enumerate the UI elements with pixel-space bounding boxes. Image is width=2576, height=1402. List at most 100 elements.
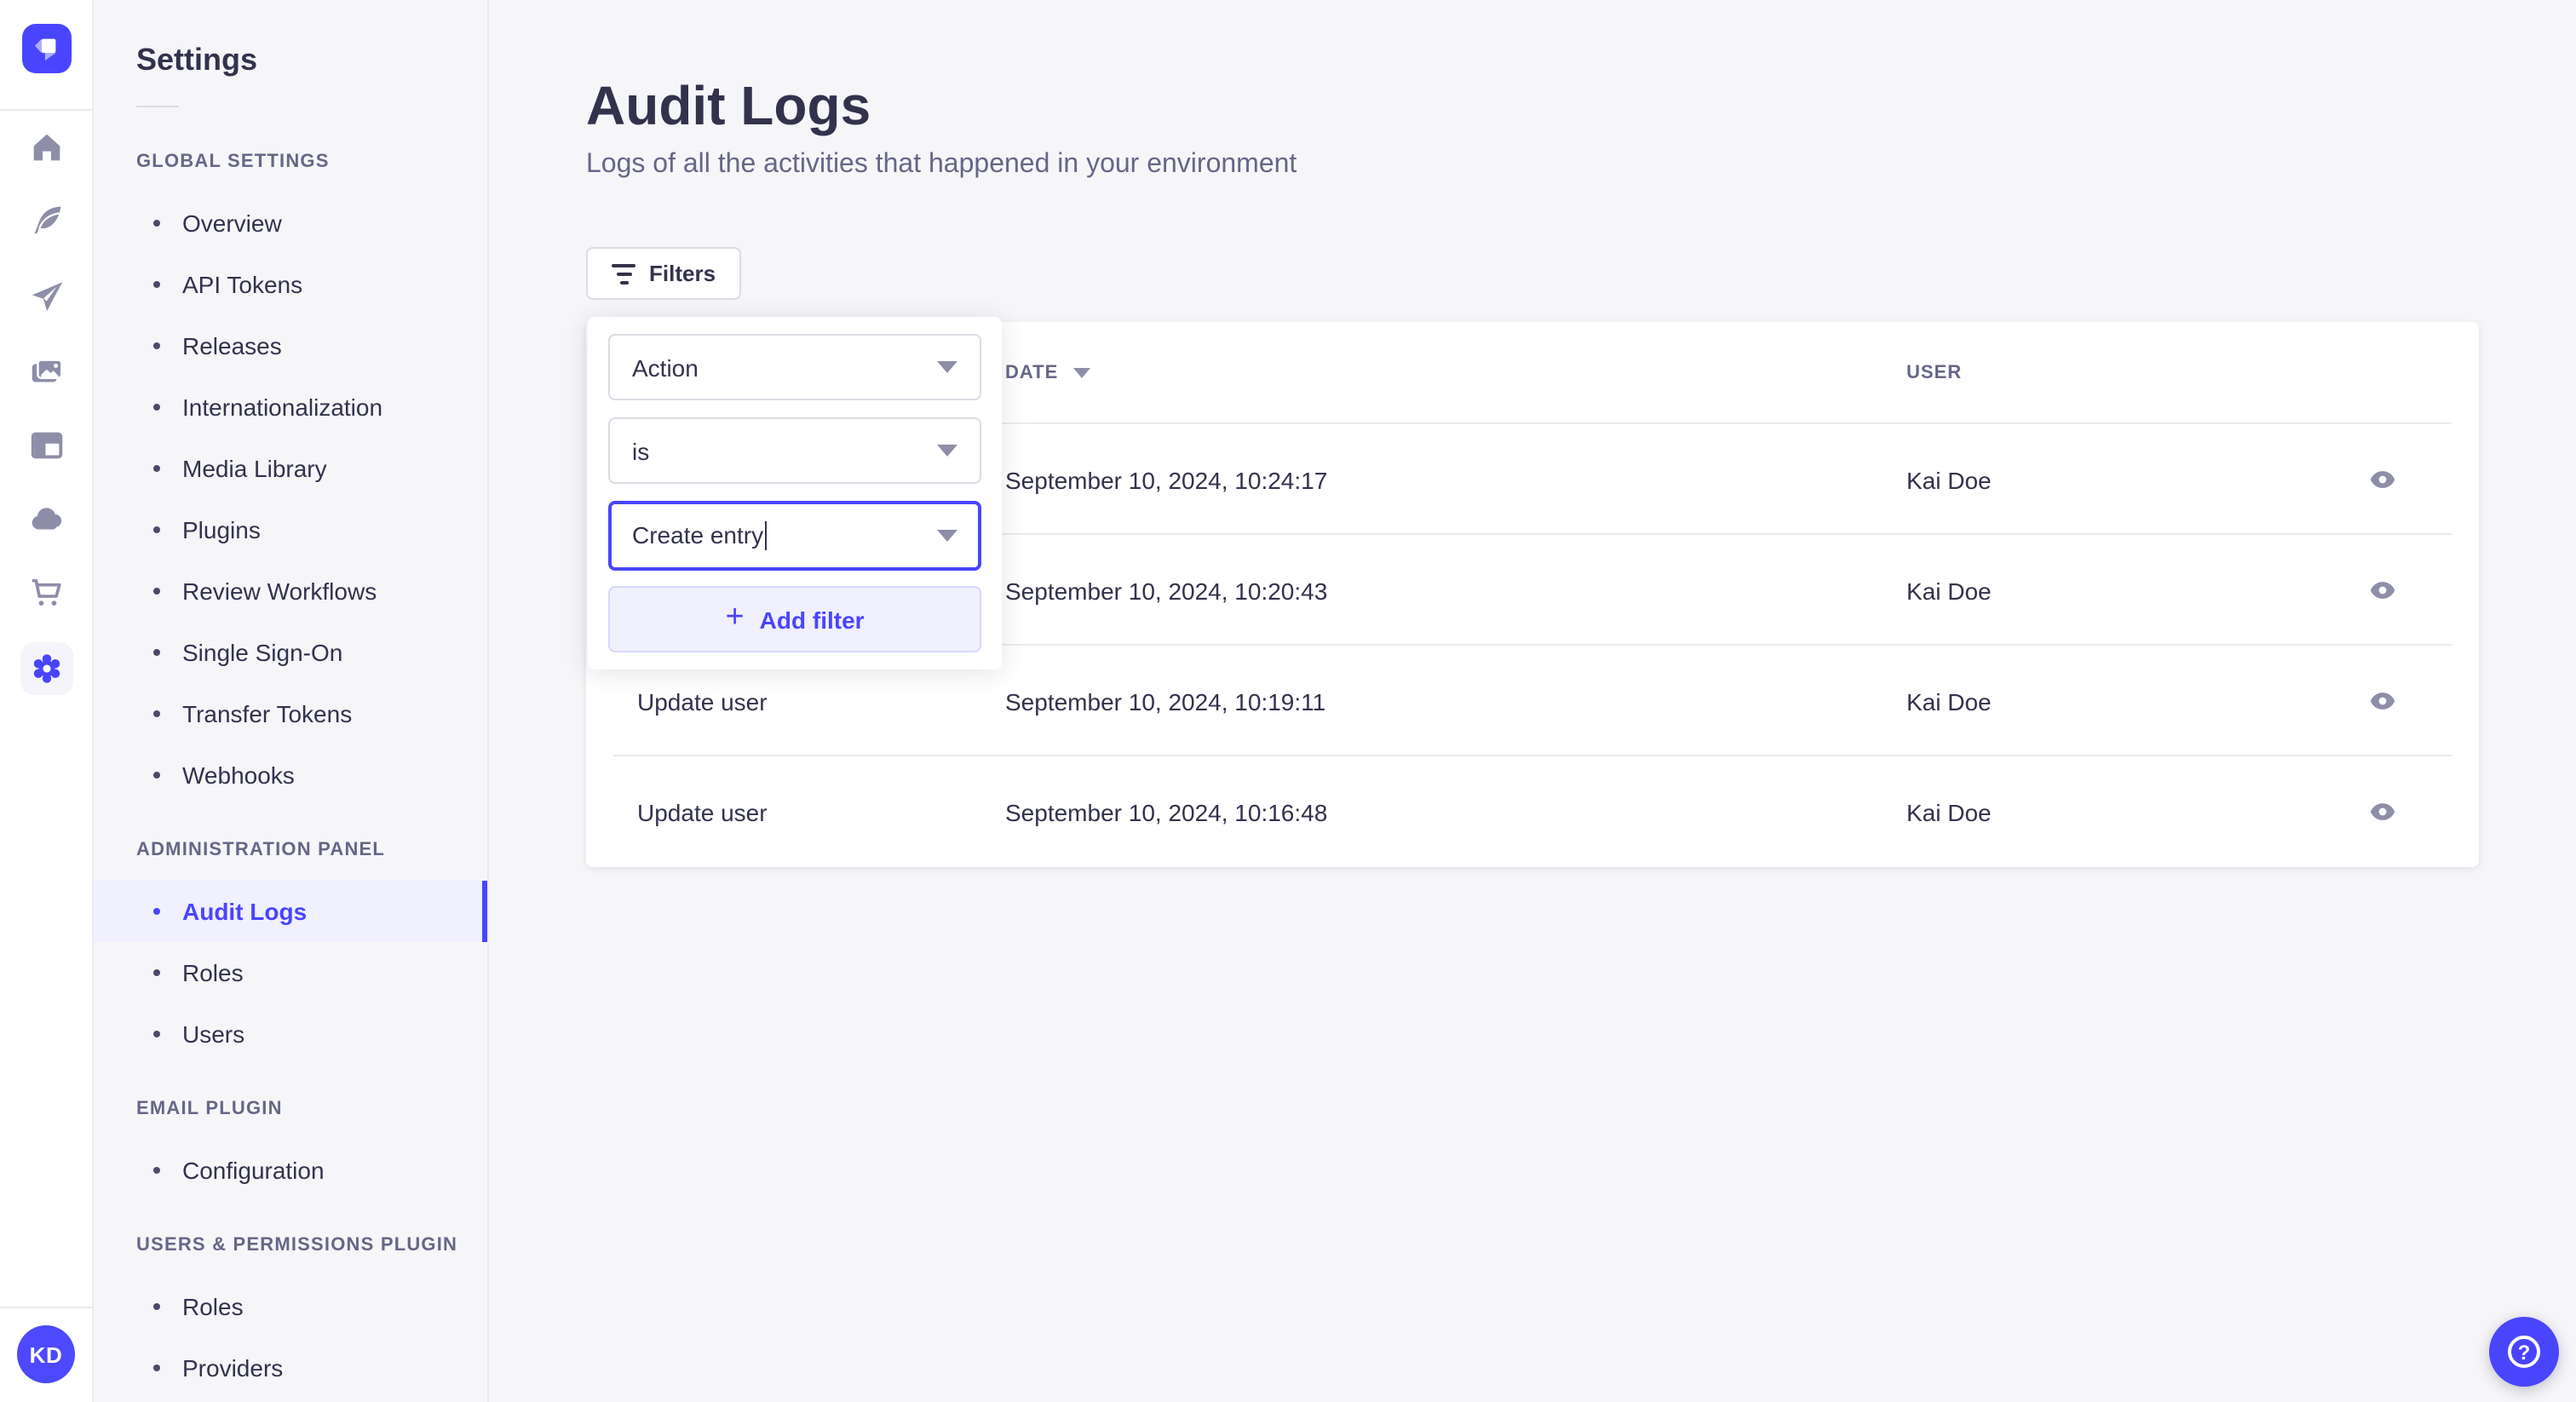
feather-icon[interactable] xyxy=(0,198,94,242)
sidebar-item-label: Single Sign-On xyxy=(182,639,343,666)
sidebar-item-plugins[interactable]: Plugins xyxy=(94,499,487,560)
bullet-dot xyxy=(153,1031,160,1037)
cart-icon[interactable] xyxy=(0,571,94,615)
filter-field-select[interactable]: Action xyxy=(608,334,981,400)
sidebar-item-up-roles[interactable]: Roles xyxy=(94,1276,487,1337)
bullet-dot xyxy=(153,1365,160,1371)
paper-plane-icon[interactable] xyxy=(0,274,94,319)
global-settings-list: Overview API Tokens Releases Internation… xyxy=(94,192,487,806)
cell-action: Update user xyxy=(637,798,768,825)
section-label-global-settings: GLOBAL SETTINGS xyxy=(136,152,330,172)
cell-date: September 10, 2024, 10:16:48 xyxy=(1005,798,1328,825)
eye-icon xyxy=(2369,692,2395,710)
filter-popover: Action is Create entry + Add filter xyxy=(588,317,1002,669)
bullet-dot xyxy=(153,220,160,227)
sidebar-item-releases[interactable]: Releases xyxy=(94,315,487,376)
bullet-dot xyxy=(153,404,160,411)
bullet-dot xyxy=(153,342,160,349)
sidebar-item-overview[interactable]: Overview xyxy=(94,192,487,254)
view-details-button[interactable] xyxy=(2355,674,2409,728)
help-button[interactable]: ? xyxy=(2489,1317,2559,1387)
cell-date: September 10, 2024, 10:24:17 xyxy=(1005,466,1328,493)
page-title: Audit Logs xyxy=(586,75,871,136)
cell-action: Update user xyxy=(637,687,768,715)
add-filter-label: Add filter xyxy=(759,606,865,633)
page-subtitle: Logs of all the activities that happened… xyxy=(586,150,1297,179)
bullet-dot xyxy=(153,1167,160,1174)
sidebar-item-label: Audit Logs xyxy=(182,898,308,925)
sidebar-item-webhooks[interactable]: Webhooks xyxy=(94,744,487,806)
home-icon[interactable] xyxy=(0,124,94,169)
users-permissions-list: Roles Providers xyxy=(94,1276,487,1399)
settings-gear-tile[interactable] xyxy=(20,642,73,695)
sidebar-item-label: Internationalization xyxy=(182,394,383,421)
administration-panel-list: Audit Logs Roles Users xyxy=(94,881,487,1065)
cloud-icon[interactable] xyxy=(0,497,94,542)
eye-icon xyxy=(2369,803,2395,820)
sidebar-item-admin-users[interactable]: Users xyxy=(94,1003,487,1065)
sidebar-item-label: Webhooks xyxy=(182,761,295,789)
plus-icon: + xyxy=(725,600,745,635)
sidebar-item-media-library[interactable]: Media Library xyxy=(94,438,487,499)
sidebar-item-internationalization[interactable]: Internationalization xyxy=(94,376,487,438)
filters-button-label: Filters xyxy=(649,261,716,286)
cell-date: September 10, 2024, 10:19:11 xyxy=(1005,687,1326,715)
sidebar-item-label: Review Workflows xyxy=(182,577,377,605)
cell-user: Kai Doe xyxy=(1906,466,1992,493)
text-cursor xyxy=(765,521,768,551)
cell-user: Kai Doe xyxy=(1906,687,1992,715)
bullet-dot xyxy=(153,281,160,288)
layout-icon[interactable] xyxy=(0,422,94,467)
bullet-dot xyxy=(153,969,160,976)
section-label-administration-panel: ADMINISTRATION PANEL xyxy=(136,840,386,860)
filter-operator-select[interactable]: is xyxy=(608,417,981,484)
sidebar-item-audit-logs[interactable]: Audit Logs xyxy=(94,881,487,942)
cell-user: Kai Doe xyxy=(1906,798,1992,825)
user-avatar[interactable]: KD xyxy=(17,1325,75,1383)
media-library-icon[interactable] xyxy=(0,349,94,394)
filter-value-text: Create entry xyxy=(632,520,768,551)
sidebar-title: Settings xyxy=(136,43,258,77)
bullet-dot xyxy=(153,772,160,779)
strapi-logo-mark xyxy=(34,38,56,61)
sidebar-item-label: Overview xyxy=(182,210,282,237)
sidebar-item-label: Roles xyxy=(182,959,244,986)
strapi-logo[interactable] xyxy=(22,24,72,73)
section-label-users-permissions-plugin: USERS & PERMISSIONS PLUGIN xyxy=(136,1235,458,1255)
sidebar-item-review-workflows[interactable]: Review Workflows xyxy=(94,560,487,622)
filter-field-value: Action xyxy=(632,353,699,381)
section-label-email-plugin: EMAIL PLUGIN xyxy=(136,1099,283,1119)
table-row[interactable]: Update user September 10, 2024, 10:16:48… xyxy=(586,756,2479,867)
column-header-user: USER xyxy=(1906,363,1963,383)
sidebar-item-transfer-tokens[interactable]: Transfer Tokens xyxy=(94,683,487,744)
view-details-button[interactable] xyxy=(2355,563,2409,618)
question-mark-icon: ? xyxy=(2508,1336,2540,1368)
sidebar-item-label: Configuration xyxy=(182,1157,325,1184)
rail-bottom-divider xyxy=(0,1307,92,1308)
chevron-down-icon xyxy=(937,530,957,542)
filter-value-combobox[interactable]: Create entry xyxy=(608,501,981,571)
filter-icon xyxy=(612,263,635,284)
sidebar-item-api-tokens[interactable]: API Tokens xyxy=(94,254,487,315)
add-filter-button[interactable]: + Add filter xyxy=(608,586,981,652)
sidebar-item-email-configuration[interactable]: Configuration xyxy=(94,1140,487,1201)
column-header-date[interactable]: DATE xyxy=(1005,363,1091,383)
sidebar-title-divider xyxy=(136,106,179,107)
sidebar-item-label: Media Library xyxy=(182,455,327,482)
rail-divider xyxy=(0,109,92,111)
sort-descending-icon xyxy=(1073,368,1091,378)
sidebar-item-label: Users xyxy=(182,1020,245,1048)
bullet-dot xyxy=(153,1303,160,1310)
filters-button[interactable]: Filters xyxy=(586,247,742,300)
icon-rail: KD xyxy=(0,0,94,1402)
sidebar-item-up-providers[interactable]: Providers xyxy=(94,1337,487,1399)
sidebar-item-admin-roles[interactable]: Roles xyxy=(94,942,487,1003)
sidebar-item-label: Providers xyxy=(182,1354,284,1382)
sidebar-item-label: Transfer Tokens xyxy=(182,700,353,727)
view-details-button[interactable] xyxy=(2355,784,2409,839)
sidebar-item-label: Roles xyxy=(182,1293,244,1320)
sidebar-item-single-sign-on[interactable]: Single Sign-On xyxy=(94,622,487,683)
bullet-dot xyxy=(153,588,160,595)
email-plugin-list: Configuration xyxy=(94,1140,487,1201)
view-details-button[interactable] xyxy=(2355,452,2409,507)
